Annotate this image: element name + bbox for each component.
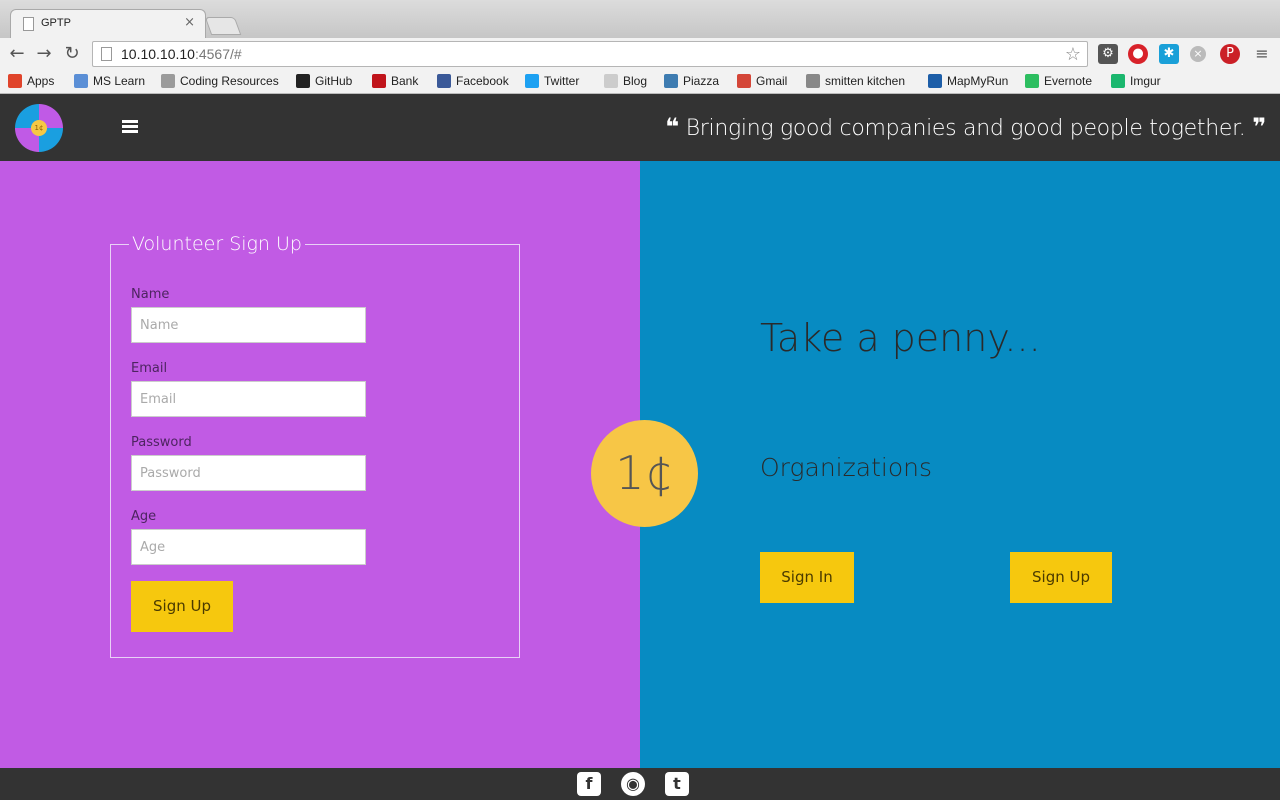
bookmark-evernote[interactable]: Evernote bbox=[1025, 74, 1092, 88]
organizations-panel: Take a penny... Organizations Sign In Si… bbox=[640, 161, 1280, 768]
forward-icon[interactable]: → bbox=[34, 44, 54, 64]
github-icon[interactable]: ◉ bbox=[621, 772, 645, 796]
facebook-icon[interactable]: f bbox=[577, 772, 601, 796]
org-signup-button[interactable]: Sign Up bbox=[1010, 552, 1112, 603]
volunteer-signup-form: Volunteer Sign Up Name Email Password Ag… bbox=[110, 233, 520, 658]
bookmark-favicon-icon bbox=[737, 74, 751, 88]
bookmark-imgur[interactable]: Imgur bbox=[1111, 74, 1161, 88]
bookmark-favicon-icon bbox=[8, 74, 22, 88]
bookmark-favicon-icon bbox=[296, 74, 310, 88]
email-label: Email bbox=[131, 361, 168, 376]
bookmark-favicon-icon bbox=[437, 74, 451, 88]
bookmark-favicon-icon bbox=[372, 74, 386, 88]
bookmark-label: Twitter bbox=[544, 74, 580, 88]
open-quote-icon: ❝ bbox=[665, 113, 679, 141]
bookmark-favicon-icon bbox=[525, 74, 539, 88]
bookmark-label: GitHub bbox=[315, 74, 353, 88]
tab-close-icon[interactable]: × bbox=[184, 15, 195, 30]
password-input[interactable] bbox=[131, 455, 366, 491]
bookmark-smitten-kitchen[interactable]: smitten kitchen bbox=[806, 74, 905, 88]
org-signin-button[interactable]: Sign In bbox=[760, 552, 854, 603]
bookmark-favicon-icon bbox=[604, 74, 618, 88]
bookmark-label: Coding Resources bbox=[180, 74, 279, 88]
twitter-icon[interactable]: t bbox=[665, 772, 689, 796]
bookmark-blog[interactable]: Blog bbox=[604, 74, 647, 88]
form-legend: Volunteer Sign Up bbox=[132, 233, 302, 255]
age-label: Age bbox=[131, 509, 157, 524]
bookmark-github[interactable]: GitHub bbox=[296, 74, 352, 88]
bookmark-label: MS Learn bbox=[93, 74, 146, 88]
volunteer-signup-button[interactable]: Sign Up bbox=[131, 581, 233, 632]
reload-icon[interactable]: ↻ bbox=[62, 44, 82, 64]
bookmark-label: MapMyRun bbox=[947, 74, 1009, 88]
give-take-logo[interactable]: 1¢ bbox=[15, 104, 63, 152]
browser-toolbar: ← → ↻ 10.10.10.10:4567/# ☆ ⚙ ● ✱ × P ≡ bbox=[0, 38, 1280, 70]
penny-coin: 1¢ bbox=[591, 420, 698, 527]
bookmark-ms-learn[interactable]: MS Learn bbox=[74, 74, 145, 88]
bookmark-favicon-icon bbox=[74, 74, 88, 88]
bookmark-label: Piazza bbox=[683, 74, 720, 88]
site-footer: f ◉ t bbox=[0, 768, 1280, 800]
bookmark-favicon-icon bbox=[161, 74, 175, 88]
password-label: Password bbox=[131, 435, 192, 450]
bookmark-coding-resources[interactable]: Coding Resources bbox=[161, 74, 279, 88]
new-tab-button[interactable] bbox=[204, 17, 242, 35]
pinterest-icon[interactable]: P bbox=[1220, 44, 1240, 64]
menu-hamburger-icon[interactable] bbox=[122, 120, 138, 134]
bookmark-favicon-icon bbox=[806, 74, 820, 88]
take-a-penny-heading: Take a penny... bbox=[760, 316, 1041, 360]
url-text[interactable]: 10.10.10.10:4567/# bbox=[121, 46, 242, 62]
bookmark-label: Bank bbox=[391, 74, 419, 88]
tagline-text: Bringing good companies and good people … bbox=[685, 116, 1246, 141]
adblock-icon[interactable]: ● bbox=[1128, 44, 1148, 64]
bookmark-label: smitten kitchen bbox=[825, 74, 906, 88]
bookmark-favicon-icon bbox=[1111, 74, 1125, 88]
bookmark-label: Blog bbox=[623, 74, 648, 88]
close-quote-icon: ❞ bbox=[1252, 113, 1266, 141]
bookmark-label: Facebook bbox=[456, 74, 509, 88]
volunteer-panel: Volunteer Sign Up Name Email Password Ag… bbox=[0, 161, 640, 768]
organizations-heading: Organizations bbox=[760, 453, 932, 482]
bookmark-favicon-icon bbox=[664, 74, 678, 88]
browser-menu-icon[interactable]: ≡ bbox=[1252, 44, 1272, 64]
tab-title: GPTP bbox=[41, 17, 71, 29]
back-icon[interactable]: ← bbox=[7, 44, 27, 64]
logo-coin: 1¢ bbox=[31, 120, 47, 136]
name-input[interactable] bbox=[131, 307, 366, 343]
bookmark-label: Gmail bbox=[756, 74, 788, 88]
close-extension-icon[interactable]: × bbox=[1190, 46, 1206, 62]
bookmark-apps[interactable]: Apps bbox=[8, 74, 54, 88]
bookmark-twitter[interactable]: Twitter bbox=[525, 74, 579, 88]
browser-tab[interactable]: GPTP × bbox=[10, 9, 206, 38]
bookmark-bank[interactable]: Bank bbox=[372, 74, 418, 88]
tagline: ❝ Bringing good companies and good peopl… bbox=[665, 113, 1266, 141]
bookmark-mapmyrun[interactable]: MapMyRun bbox=[928, 74, 1008, 88]
settings-gear-icon[interactable]: ⚙ bbox=[1098, 44, 1118, 64]
bookmarks-bar: Apps MS Learn Coding Resources GitHub Bank Fa… bbox=[0, 70, 1280, 94]
page-icon bbox=[23, 17, 34, 31]
site-header: 1¢ ❝ Bringing good companies and good pe… bbox=[0, 95, 1280, 161]
bookmark-gmail[interactable]: Gmail bbox=[737, 74, 787, 88]
name-label: Name bbox=[131, 287, 170, 302]
bookmark-favicon-icon bbox=[1025, 74, 1039, 88]
browser-tabstrip: GPTP × bbox=[0, 0, 1280, 38]
bookmark-star-icon[interactable]: ☆ bbox=[1065, 44, 1081, 65]
extension-icon[interactable]: ✱ bbox=[1159, 44, 1179, 64]
bookmark-favicon-icon bbox=[928, 74, 942, 88]
age-input[interactable] bbox=[131, 529, 366, 565]
bookmark-facebook[interactable]: Facebook bbox=[437, 74, 509, 88]
address-bar[interactable]: 10.10.10.10:4567/# ☆ bbox=[92, 41, 1088, 67]
bookmark-label: Imgur bbox=[1130, 74, 1161, 88]
bookmark-piazza[interactable]: Piazza bbox=[664, 74, 719, 88]
page-icon bbox=[101, 47, 112, 61]
bookmark-label: Apps bbox=[27, 74, 55, 88]
email-input[interactable] bbox=[131, 381, 366, 417]
bookmark-label: Evernote bbox=[1044, 74, 1093, 88]
